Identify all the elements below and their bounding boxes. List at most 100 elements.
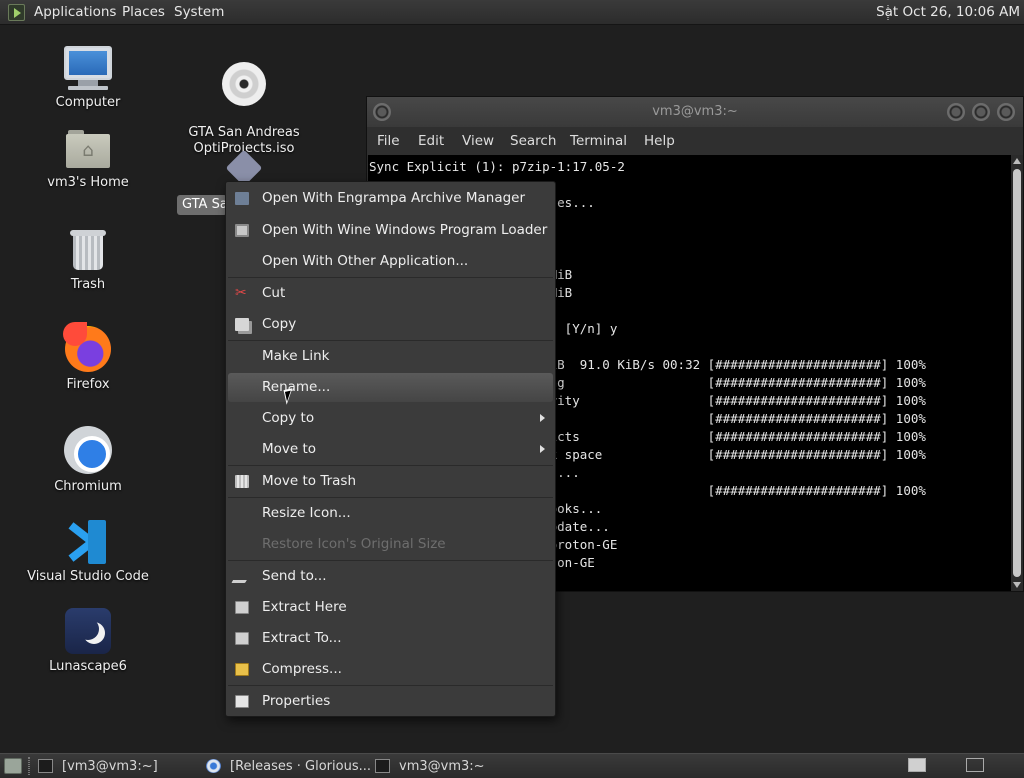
extract-icon: [235, 632, 249, 645]
menu-item-label: Copy to: [262, 410, 315, 426]
archive-manager-icon: [235, 192, 249, 205]
maximize-button[interactable]: [972, 103, 990, 121]
workspace-1[interactable]: [908, 758, 926, 772]
menu-item-label: Open With Wine Windows Program Loader: [262, 222, 548, 238]
browser-icon: [206, 759, 221, 773]
menu-item-label: Cut: [262, 285, 286, 301]
window-titlebar[interactable]: vm3@vm3:~: [367, 97, 1023, 127]
scrollbar-thumb[interactable]: [1013, 169, 1021, 577]
task-label: vm3@vm3:~: [399, 759, 485, 774]
menu-item-resize-icon[interactable]: Resize Icon...: [228, 499, 553, 528]
menu-search[interactable]: Search: [510, 133, 556, 149]
properties-icon: [235, 695, 249, 708]
desktop-icon-label: Firefox: [66, 377, 110, 392]
scroll-up-arrow-icon[interactable]: [1013, 158, 1021, 164]
menu-item-copy-to[interactable]: Copy to: [228, 404, 553, 433]
menu-item-label: Resize Icon...: [262, 505, 351, 521]
menu-item-properties[interactable]: Properties: [228, 687, 553, 716]
applications-menu[interactable]: Applications: [32, 3, 118, 22]
desktop-icon-home[interactable]: ⌂ vm3's Home: [18, 128, 158, 191]
lunascape-icon: [65, 608, 111, 654]
menu-item-label: Rename...: [262, 379, 331, 395]
menu-item-move-to-trash[interactable]: Move to Trash: [228, 467, 553, 496]
show-desktop-icon[interactable]: [4, 758, 22, 774]
workspace-2[interactable]: [966, 758, 984, 772]
system-menu[interactable]: System: [172, 3, 226, 22]
taskbar-task-terminal-2[interactable]: vm3@vm3:~: [375, 756, 535, 777]
menu-item-move-to[interactable]: Move to: [228, 435, 553, 464]
menu-item-send-to[interactable]: Send to...: [228, 562, 553, 591]
menu-view[interactable]: View: [462, 133, 494, 149]
submenu-arrow-icon: [540, 445, 545, 453]
home-folder-icon: ⌂: [66, 128, 110, 170]
menu-item-rename[interactable]: Rename...: [228, 373, 553, 402]
taskbar-task-browser[interactable]: [Releases · Glorious...: [206, 756, 371, 777]
submenu-arrow-icon: [540, 414, 545, 422]
desktop-icon-computer[interactable]: Computer: [18, 46, 158, 111]
applications-menu-icon[interactable]: [8, 4, 25, 21]
compress-icon: [235, 663, 249, 676]
vscode-icon: [66, 520, 110, 564]
minimize-button[interactable]: [947, 103, 965, 121]
desktop-icon-lunascape[interactable]: Lunascape6: [18, 608, 158, 675]
terminal-scrollbar[interactable]: [1011, 155, 1023, 591]
menu-item-restore-icon-size: Restore Icon's Original Size: [228, 530, 553, 559]
menu-item-copy[interactable]: Copy: [228, 310, 553, 339]
menu-item-label: Send to...: [262, 568, 327, 584]
menu-separator: [228, 277, 553, 278]
menu-item-label: Copy: [262, 316, 297, 332]
menu-item-label: Restore Icon's Original Size: [262, 536, 446, 552]
menu-item-open-engrampa[interactable]: Open With Engrampa Archive Manager: [228, 184, 553, 213]
taskbar-separator: [28, 757, 30, 775]
terminal-line: Sync Explicit (1): p7zip-1:17.05-2: [369, 159, 625, 174]
scroll-down-arrow-icon[interactable]: [1013, 582, 1021, 588]
menu-item-label: Make Link: [262, 348, 330, 364]
menu-separator: [228, 465, 553, 466]
menu-separator: [228, 497, 553, 498]
terminal-icon: [38, 759, 53, 773]
desktop-icon-firefox[interactable]: Firefox: [18, 322, 158, 393]
desktop-icon-label: Lunascape6: [49, 659, 127, 674]
menu-help[interactable]: Help: [644, 133, 675, 149]
menu-item-open-other[interactable]: Open With Other Application...: [228, 247, 553, 276]
chromium-icon: [64, 426, 112, 474]
menu-item-compress[interactable]: Compress...: [228, 655, 553, 684]
bottom-taskbar: [vm3@vm3:~] [Releases · Glorious... vm3@…: [0, 753, 1024, 778]
terminal-menubar: File Edit View Search Terminal Help: [367, 127, 1023, 155]
close-button[interactable]: [997, 103, 1015, 121]
desktop-icon-vscode[interactable]: Visual Studio Code: [4, 520, 172, 585]
menu-item-label: Extract Here: [262, 599, 347, 615]
desktop-icon-trash[interactable]: Trash: [18, 228, 158, 293]
disc-image-icon: [222, 62, 266, 106]
send-icon: [231, 570, 253, 583]
menu-item-cut[interactable]: ✂ Cut: [228, 279, 553, 308]
computer-icon: [64, 46, 112, 90]
desktop-icon-label: vm3's Home: [47, 175, 129, 190]
scissors-icon: ✂: [235, 285, 247, 301]
window-title: vm3@vm3:~: [652, 104, 738, 119]
menu-item-label: Extract To...: [262, 630, 342, 646]
desktop-icon-label: Visual Studio Code: [27, 569, 149, 584]
desktop-icon-label: Chromium: [54, 479, 122, 494]
menu-item-label: Move to Trash: [262, 473, 357, 489]
menu-item-make-link[interactable]: Make Link: [228, 342, 553, 371]
terminal-icon: [375, 759, 390, 773]
desktop-icon-label: Computer: [55, 95, 121, 110]
selected-icon-label[interactable]: GTA San: [177, 195, 227, 215]
menu-edit[interactable]: Edit: [418, 133, 444, 149]
clock[interactable]: Sat Oct 26, 10:06 AM: [876, 3, 1020, 22]
desktop-icon-label: Trash: [70, 277, 106, 292]
menu-item-extract-here[interactable]: Extract Here: [228, 593, 553, 622]
wine-window-icon: [235, 224, 249, 237]
places-menu[interactable]: Places: [120, 3, 167, 22]
taskbar-task-terminal-1[interactable]: [vm3@vm3:~]: [38, 756, 198, 777]
copy-icon: [235, 318, 249, 331]
menu-item-label: Compress...: [262, 661, 342, 677]
menu-item-label: Open With Other Application...: [262, 253, 469, 269]
desktop-icon-chromium[interactable]: Chromium: [18, 426, 158, 495]
menu-item-open-wine[interactable]: Open With Wine Windows Program Loader: [228, 216, 553, 245]
menu-item-extract-to[interactable]: Extract To...: [228, 624, 553, 653]
menu-separator: [228, 685, 553, 686]
menu-terminal[interactable]: Terminal: [570, 133, 627, 149]
menu-file[interactable]: File: [377, 133, 400, 149]
